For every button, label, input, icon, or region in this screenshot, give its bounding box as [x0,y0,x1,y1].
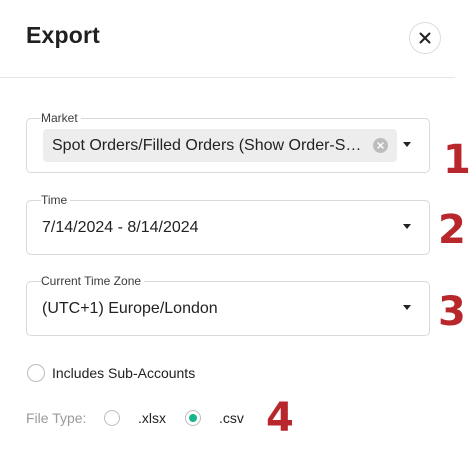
timezone-select[interactable]: Current Time Zone (UTC+1) Europe/London [26,274,430,336]
chip-remove-button[interactable] [373,138,388,153]
annotation-marker-3: 3 [438,289,466,335]
market-select[interactable]: Market Spot Orders/Filled Orders (Show O… [26,111,430,173]
chevron-down-icon[interactable] [403,142,411,147]
file-type-label: File Type: [26,410,87,426]
market-selected-chip: Spot Orders/Filled Orders (Show Order-Sp… [43,129,397,162]
csv-option-label[interactable]: .csv [219,410,244,426]
time-range-select[interactable]: Time 7/14/2024 - 8/14/2024 [26,193,430,255]
sub-accounts-radio[interactable] [27,364,45,382]
dialog-header: Export [0,0,455,78]
annotation-marker-4: 4 [266,395,294,441]
sub-accounts-label[interactable]: Includes Sub-Accounts [52,365,195,381]
timezone-label: Current Time Zone [41,274,145,288]
annotation-marker-1: 1 [443,137,470,183]
time-value: 7/14/2024 - 8/14/2024 [42,219,199,236]
market-chip-text: Spot Orders/Filled Orders (Show Order-Sp… [52,136,366,154]
market-label: Market [41,111,81,125]
chevron-down-icon[interactable] [403,224,411,229]
close-icon [419,32,431,44]
time-label: Time [41,193,71,207]
timezone-value: (UTC+1) Europe/London [42,300,218,317]
xlsx-radio[interactable] [104,410,120,426]
xlsx-option-label[interactable]: .xlsx [138,410,166,426]
remove-icon [377,142,384,149]
dialog-title: Export [26,22,101,48]
csv-radio[interactable] [185,410,201,426]
export-dialog: Export Market Spot Orders/Filled Orders … [0,0,470,449]
close-button[interactable] [409,22,441,54]
chevron-down-icon[interactable] [403,305,411,310]
annotation-marker-2: 2 [438,207,466,253]
